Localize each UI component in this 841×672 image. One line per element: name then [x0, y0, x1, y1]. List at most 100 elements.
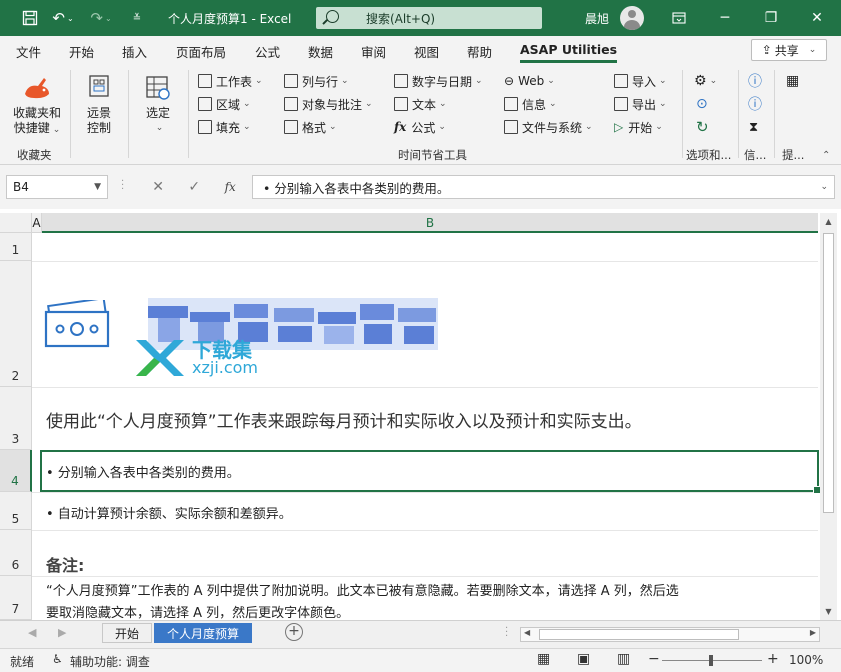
tab-splitter-grip[interactable]: · · ·	[505, 624, 508, 642]
normal-view-icon[interactable]: ▦	[537, 651, 550, 667]
tab-insert[interactable]: 插入	[122, 42, 147, 61]
customize-quick-access-icon[interactable]: ≚	[120, 0, 154, 36]
group-label-info: 信...	[744, 148, 767, 162]
minimize-button[interactable]: ─	[702, 0, 748, 36]
file-system-button[interactable]: 文件与系统 ⌄	[504, 118, 593, 136]
page-layout-view-icon[interactable]: ▣	[577, 651, 590, 667]
web-label: Web	[518, 74, 545, 88]
page-break-view-icon[interactable]: ▥	[617, 651, 630, 667]
columns-rows-button[interactable]: 列与行 ⌄	[284, 72, 349, 90]
select-all-corner[interactable]	[0, 213, 32, 233]
web-button[interactable]: ⊖ Web ⌄	[504, 72, 555, 90]
row-header-6[interactable]: 6	[0, 530, 32, 576]
select-label: 选定	[145, 106, 170, 120]
insert-function-icon[interactable]: fx	[225, 180, 236, 194]
information-button[interactable]: 信息 ⌄	[504, 95, 557, 113]
formulas-button[interactable]: fx 公式 ⌄	[394, 118, 446, 136]
cell-b7[interactable]: 要取消隐藏文本，请选择 A 列，然后更改字体颜色。	[46, 602, 349, 621]
horizontal-scroll-thumb[interactable]	[539, 629, 739, 640]
search-tool-button[interactable]: ⊙	[696, 95, 708, 113]
info-button[interactable]: ⓘ	[748, 95, 762, 113]
row-header-1[interactable]: 1	[0, 233, 32, 261]
timer-button[interactable]: ⧗	[749, 118, 758, 136]
settings-button[interactable]: ⚙ ⌄	[694, 72, 717, 90]
group-label-favorites: 收藏夹	[17, 148, 52, 162]
zoom-slider-thumb[interactable]	[709, 655, 713, 666]
horizontal-scrollbar[interactable]: ◀ ▶	[520, 627, 820, 642]
zoom-out-icon[interactable]: −	[648, 651, 660, 667]
ribbon-display-options-icon[interactable]	[656, 0, 702, 36]
row-header-4[interactable]: 4	[0, 450, 32, 492]
row-header-5[interactable]: 5	[0, 492, 32, 530]
tips-button[interactable]: ▦	[786, 72, 799, 90]
cell-b6-note[interactable]: “个人月度预算”工作表的 A 列中提供了附加说明。此文本已被有意隐藏。若要删除文…	[46, 580, 818, 599]
column-header-b[interactable]: B	[42, 213, 818, 233]
export-button[interactable]: 导出 ⌄	[614, 95, 667, 113]
tab-page-layout[interactable]: 页面布局	[176, 42, 226, 61]
range-button[interactable]: 区域 ⌄	[198, 95, 251, 113]
select-grid-icon	[144, 74, 172, 102]
close-button[interactable]: ✕	[794, 0, 840, 36]
tab-asap-utilities[interactable]: ASAP Utilities	[520, 42, 618, 63]
restore-button[interactable]: ❐	[748, 0, 794, 36]
zoom-in-icon[interactable]: +	[767, 651, 779, 667]
refresh-button[interactable]: ↻	[696, 118, 709, 136]
column-header-a[interactable]: A	[32, 213, 42, 233]
tab-review[interactable]: 审阅	[361, 42, 386, 61]
sheet-tab-start[interactable]: 开始	[102, 623, 152, 643]
vertical-scrollbar[interactable]: ▲ ▼	[820, 213, 837, 620]
cancel-icon[interactable]: ✕	[152, 179, 164, 195]
import-button[interactable]: 导入 ⌄	[614, 72, 667, 90]
tab-data[interactable]: 数据	[308, 42, 333, 61]
row-header-2[interactable]: 2	[0, 261, 32, 387]
formula-input[interactable]: • 分别输入各表中各类别的费用。 ⌄	[252, 175, 835, 199]
worksheet-button[interactable]: 工作表 ⌄	[198, 72, 263, 90]
status-accessibility[interactable]: 辅助功能: 调查	[70, 653, 150, 670]
zoom-slider[interactable]	[662, 655, 762, 666]
name-box[interactable]: B4 ▼	[6, 175, 108, 199]
cell-b3[interactable]: 使用此“个人月度预算”工作表来跟踪每月预计和实际收入以及预计和实际支出。	[46, 407, 642, 432]
format-button[interactable]: 格式 ⌄	[284, 118, 337, 136]
favorites-shortcuts-button[interactable]: 收藏夹和 快捷键 ⌄	[8, 74, 66, 138]
scroll-right-icon[interactable]: ▶	[810, 628, 816, 637]
row-header-3[interactable]: 3	[0, 387, 32, 450]
tab-file[interactable]: 文件	[16, 42, 41, 61]
accessibility-icon[interactable]: ♿	[52, 652, 63, 666]
objects-comments-button[interactable]: 对象与批注 ⌄	[284, 95, 373, 113]
numbers-dates-button[interactable]: 数字与日期 ⌄	[394, 72, 483, 90]
start-button[interactable]: ▷ 开始 ⌄	[614, 118, 663, 136]
worksheet-grid[interactable]: A B 1 2 3 4 5 6 7 下载集 xzji.com 使用此“个人月度预…	[0, 210, 841, 621]
row-header-7[interactable]: 7	[0, 576, 32, 620]
text-button[interactable]: 文本 ⌄	[394, 95, 447, 113]
sheet-tab-budget[interactable]: 个人月度预算	[154, 623, 252, 643]
scroll-up-icon[interactable]: ▲	[820, 213, 837, 230]
tab-view[interactable]: 视图	[414, 42, 439, 61]
next-sheet-icon[interactable]: ▶	[58, 626, 66, 639]
select-button[interactable]: 选定 ⌄	[134, 74, 182, 136]
add-sheet-icon[interactable]: +	[285, 623, 303, 641]
fill-button[interactable]: 填充 ⌄	[198, 118, 251, 136]
collapse-ribbon-icon[interactable]: ⌃	[822, 150, 830, 161]
avatar[interactable]	[620, 6, 644, 30]
cell-b5[interactable]: • 自动计算预计余额、实际余额和差额异。	[46, 503, 292, 522]
enter-icon[interactable]: ✓	[188, 179, 200, 195]
remote-control-button[interactable]: 远景 控制	[76, 74, 122, 136]
save-icon[interactable]	[13, 0, 47, 36]
prev-sheet-icon[interactable]: ◀	[28, 626, 36, 639]
tab-home[interactable]: 开始	[69, 42, 94, 61]
redo-icon[interactable]: ↷ ⌄	[84, 0, 118, 36]
zoom-level[interactable]: 100%	[789, 653, 823, 667]
tab-formulas[interactable]: 公式	[255, 42, 280, 61]
cell-b6[interactable]: 备注:	[46, 552, 84, 576]
help-button[interactable]: ⓘ	[748, 72, 762, 90]
vertical-scroll-thumb[interactable]	[823, 233, 834, 513]
search-placeholder: 搜索(Alt+Q)	[366, 11, 436, 26]
user-name[interactable]: 晨旭	[585, 10, 609, 27]
undo-icon[interactable]: ↶ ⌄	[46, 0, 80, 36]
search-box[interactable]: 搜索(Alt+Q)	[316, 7, 542, 29]
share-button[interactable]: ⇪ 共享 ⌄	[751, 39, 827, 61]
expand-formula-icon[interactable]: ⌄	[820, 182, 828, 192]
scroll-down-icon[interactable]: ▼	[820, 603, 837, 620]
scroll-left-icon[interactable]: ◀	[524, 628, 530, 637]
tab-help[interactable]: 帮助	[467, 42, 492, 61]
